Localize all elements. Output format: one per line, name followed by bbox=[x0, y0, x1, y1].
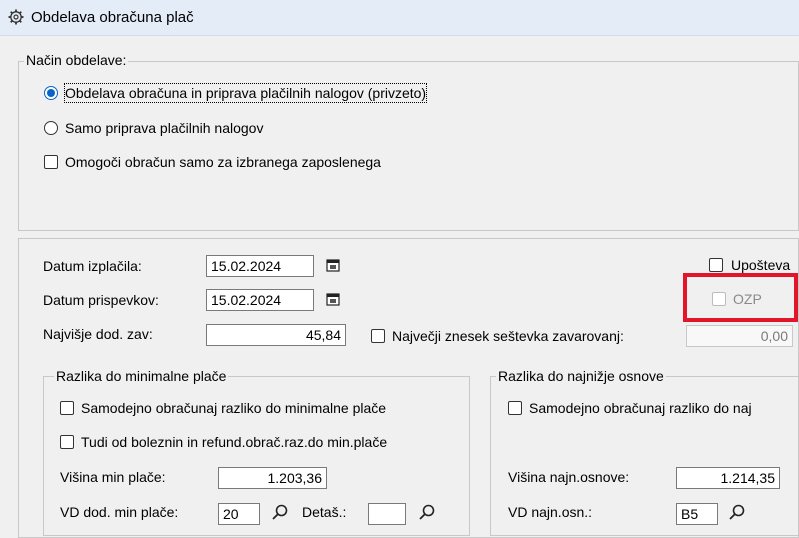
detas-field[interactable] bbox=[368, 503, 406, 525]
check-single-employee-label[interactable]: Omogoči obračun samo za izbranega zaposl… bbox=[65, 153, 381, 171]
gear-icon bbox=[8, 9, 24, 25]
check-boleznine[interactable] bbox=[60, 435, 74, 449]
search-icon[interactable] bbox=[271, 503, 289, 521]
check-samodejno-osnova[interactable] bbox=[508, 401, 522, 415]
datum-prispevkov-field[interactable]: 15.02.2024 bbox=[206, 289, 314, 311]
calendar-icon[interactable] bbox=[326, 292, 340, 306]
check-upostevaj-label[interactable]: Upošteva bbox=[731, 256, 790, 274]
search-icon[interactable] bbox=[728, 503, 746, 521]
radio-full-processing-label[interactable]: Obdelava obračuna in priprava plačilnih … bbox=[63, 83, 428, 103]
check-najvecji-znesek[interactable] bbox=[371, 329, 385, 343]
datum-izplacila-field[interactable]: 15.02.2024 bbox=[206, 255, 314, 277]
visina-min-place-field[interactable]: 1.203,36 bbox=[218, 467, 327, 489]
visina-min-place-label: Višina min plače: bbox=[60, 469, 166, 485]
vd-dod-min-place-label: VD dod. min plače: bbox=[60, 504, 179, 520]
window-title: Obdelava obračuna plač bbox=[31, 9, 194, 26]
vd-dod-min-place-field[interactable]: 20 bbox=[218, 503, 260, 525]
check-upostevaj[interactable] bbox=[709, 258, 723, 272]
datum-izplacila-label: Datum izplačila: bbox=[43, 258, 142, 274]
minimalna-legend: Razlika do minimalne plače bbox=[54, 368, 229, 384]
title-bar: Obdelava obračuna plač bbox=[0, 0, 799, 36]
visina-najn-osnove-label: Višina najn.osnove: bbox=[508, 469, 630, 485]
check-najvecji-znesek-label[interactable]: Največji znesek seštevka zavarovanj: bbox=[392, 327, 624, 345]
radio-orders-only[interactable] bbox=[44, 121, 58, 135]
osnova-legend: Razlika do najnižje osnove bbox=[496, 368, 666, 384]
visina-najn-osnove-field[interactable]: 1.214,35 bbox=[676, 467, 780, 489]
najvisje-dod-zav-label: Najvišje dod. zav: bbox=[43, 326, 153, 342]
check-samodejno-min[interactable] bbox=[60, 401, 74, 415]
ozp-highlight-box bbox=[683, 273, 798, 322]
search-icon[interactable] bbox=[418, 503, 436, 521]
radio-full-processing[interactable] bbox=[44, 86, 58, 100]
vd-najn-osn-label: VD najn.osn.: bbox=[508, 504, 593, 520]
check-samodejno-min-label[interactable]: Samodejno obračunaj razliko do minimalne… bbox=[81, 399, 386, 417]
radio-orders-only-label[interactable]: Samo priprava plačilnih nalogov bbox=[65, 119, 263, 137]
check-single-employee[interactable] bbox=[44, 155, 58, 169]
check-samodejno-osnova-label[interactable]: Samodejno obračunaj razliko do naj bbox=[529, 399, 752, 417]
check-boleznine-label[interactable]: Tudi od boleznin in refund.obrač.raz.do … bbox=[81, 433, 387, 451]
nacin-obdelave-legend: Način obdelave: bbox=[24, 52, 129, 68]
najvecji-znesek-field[interactable]: 0,00 bbox=[686, 325, 793, 347]
vd-najn-osn-field[interactable]: B5 bbox=[676, 503, 718, 525]
detas-label: Detaš.: bbox=[302, 504, 347, 520]
datum-prispevkov-label: Datum prispevkov: bbox=[43, 292, 159, 308]
najvisje-dod-zav-field[interactable]: 45,84 bbox=[206, 324, 346, 346]
calendar-icon[interactable] bbox=[326, 258, 340, 272]
